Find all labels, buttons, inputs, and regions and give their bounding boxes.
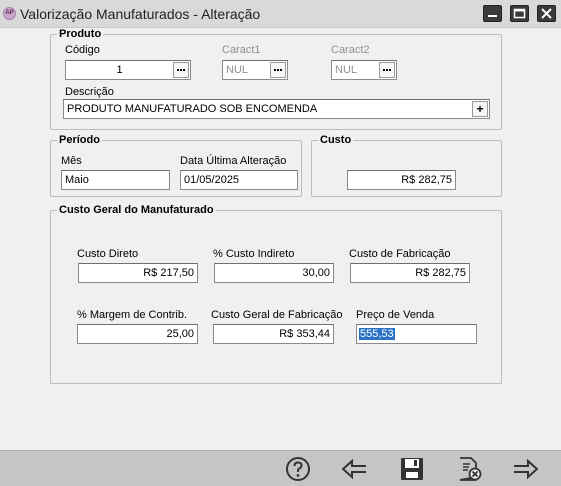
close-button[interactable] [537,5,556,22]
ellipsis-icon [274,69,276,71]
periodo-group: Período Mês Maio Data Última Alteração 0… [50,134,302,197]
mes-field[interactable]: Maio [61,170,170,190]
custo-geral-group: Custo Geral do Manufaturado Custo Direto… [50,204,502,384]
custo-geral-fab-value: R$ 353,44 [279,328,330,340]
custo-direto-value: R$ 217,50 [143,267,194,279]
caract2-label: Caract2 [331,44,370,56]
custo-geral-fab-field[interactable]: R$ 353,44 [213,324,334,344]
save-icon [401,458,423,480]
pct-custo-indireto-field[interactable]: 30,00 [214,263,334,283]
mes-value: Maio [65,174,89,186]
pct-custo-indireto-value: 30,00 [302,267,330,279]
caract1-lookup-button[interactable] [270,62,286,78]
custo-field[interactable]: R$ 282,75 [347,170,456,190]
pct-custo-indireto-label: % Custo Indireto [213,248,295,260]
custo-fabricacao-label: Custo de Fabricação [349,248,451,260]
custo-fabricacao-field[interactable]: R$ 282,75 [350,263,470,283]
codigo-field[interactable]: 1 [65,60,191,80]
descricao-field[interactable]: PRODUTO MANUFATURADO SOB ENCOMENDA + [63,99,490,119]
help-icon [286,457,310,481]
codigo-lookup-button[interactable] [173,62,189,78]
codigo-label: Código [65,44,100,56]
minimize-icon [488,15,497,17]
pct-margem-field[interactable]: 25,00 [77,324,198,344]
back-button[interactable] [340,455,368,483]
pct-margem-value: 25,00 [166,328,194,340]
caract2-lookup-button[interactable] [379,62,395,78]
custo-group: Custo R$ 282,75 [311,134,502,197]
produto-group: Produto Código 1 Caract1 NUL Caract2 NUL… [50,28,502,130]
maximize-icon [513,8,526,19]
caract1-label: Caract1 [222,44,261,56]
cancel-document-button[interactable] [455,455,483,483]
window-title: Valorização Manufaturados - Alteração [20,6,261,22]
custo-geral-fab-label: Custo Geral de Fabricação [211,309,343,321]
custo-direto-label: Custo Direto [77,248,139,260]
minimize-button[interactable] [483,5,502,22]
app-logo-icon: AP [3,7,16,20]
save-button[interactable] [398,455,426,483]
caract1-value: NUL [226,64,249,76]
pct-margem-label: % Margem de Contrib. [77,309,188,321]
help-button[interactable] [284,455,312,483]
back-arrow-icon [341,458,366,480]
forward-arrow-icon [514,458,539,480]
custo-direto-field[interactable]: R$ 217,50 [78,263,198,283]
preco-venda-label: Preço de Venda [356,309,435,321]
forward-button[interactable] [512,455,540,483]
custo-group-title: Custo [318,134,354,147]
caract2-field[interactable]: NUL [331,60,397,80]
codigo-value: 1 [116,64,123,76]
custo-fabricacao-value: R$ 282,75 [415,267,466,279]
ellipsis-icon [383,69,385,71]
produto-group-title: Produto [57,28,104,41]
data-alteracao-value: 01/05/2025 [184,174,240,186]
bottom-toolbar [0,450,561,486]
caract2-value: NUL [335,64,358,76]
descricao-value: PRODUTO MANUFATURADO SOB ENCOMENDA [67,103,318,115]
periodo-group-title: Período [57,134,102,147]
preco-venda-value: 555,53 [359,328,395,340]
form-content: Produto Código 1 Caract1 NUL Caract2 NUL… [0,28,561,450]
maximize-button[interactable] [510,5,529,22]
custo-value: R$ 282,75 [401,174,452,186]
preco-venda-field[interactable]: 555,53 [356,324,477,344]
caract1-field[interactable]: NUL [222,60,288,80]
data-alteracao-label: Data Última Alteração [180,155,287,167]
mes-label: Mês [61,155,82,167]
descricao-add-button[interactable]: + [472,101,488,117]
cancel-document-icon [459,457,482,481]
custo-geral-group-title: Custo Geral do Manufaturado [57,204,216,217]
close-icon [541,8,552,19]
title-bar: AP Valorização Manufaturados - Alteração [0,0,561,28]
data-alteracao-field[interactable]: 01/05/2025 [180,170,298,190]
descricao-label: Descrição [65,86,114,98]
ellipsis-icon [177,69,179,71]
